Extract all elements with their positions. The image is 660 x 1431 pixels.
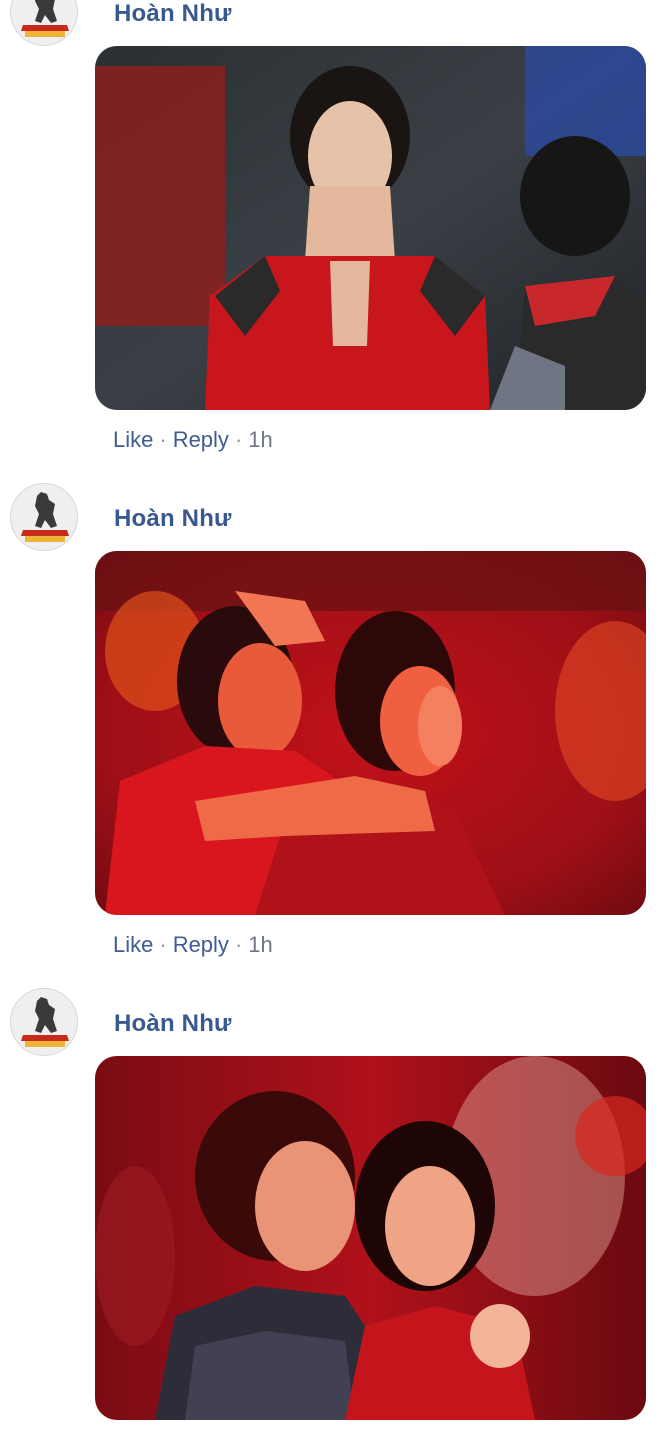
comment-photo[interactable] (95, 1056, 646, 1420)
avatar[interactable] (10, 483, 78, 551)
separator-dot: · (234, 932, 243, 957)
reply-link[interactable]: Reply (173, 932, 229, 957)
like-link[interactable]: Like (113, 427, 153, 452)
comment-actions: Like · Reply · 1h (113, 932, 273, 958)
comment-timestamp[interactable]: 1h (248, 932, 272, 957)
separator-dot: · (234, 427, 243, 452)
comment-actions: Like · Reply · 1h (113, 427, 273, 453)
avatar[interactable] (10, 988, 78, 1056)
comment-timestamp[interactable]: 1h (248, 427, 272, 452)
separator-dot: · (159, 427, 167, 452)
comment-photo[interactable] (95, 46, 646, 410)
comment-author[interactable]: Hoàn Như (114, 1010, 232, 1038)
comment-photo[interactable] (95, 551, 646, 915)
like-link[interactable]: Like (113, 932, 153, 957)
comment-author[interactable]: Hoàn Như (114, 0, 232, 28)
avatar[interactable] (10, 0, 78, 46)
comment-author[interactable]: Hoàn Như (114, 505, 232, 533)
separator-dot: · (159, 932, 167, 957)
comment-feed: Hoàn Như Like · Reply · 1h Hoàn Như Like… (0, 0, 660, 1431)
reply-link[interactable]: Reply (173, 427, 229, 452)
